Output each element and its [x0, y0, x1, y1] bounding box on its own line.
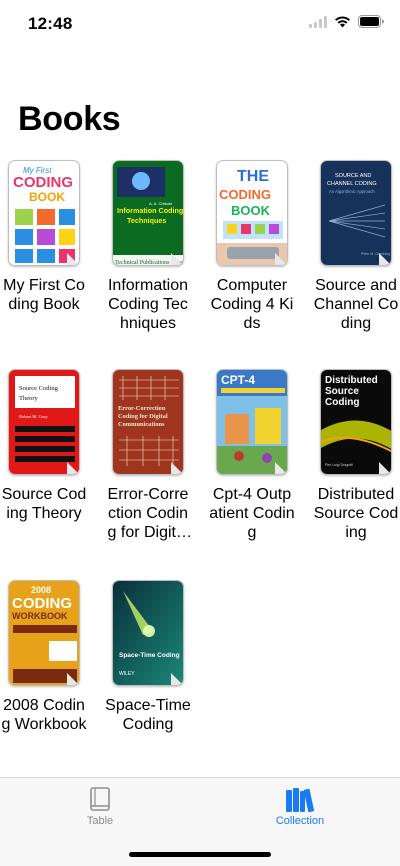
cover-line: SOURCE AND	[335, 173, 371, 179]
book-cover: 2008 CODING WORKBOOK	[8, 580, 80, 686]
wifi-icon	[335, 15, 350, 27]
book-cover: My First CODING BOOK	[8, 160, 80, 266]
book-title: 2008 Coding Workbook	[1, 697, 87, 733]
cover-line: BOOK	[231, 203, 271, 218]
cover-line: BOOK	[29, 190, 65, 204]
cover-line: CODING	[12, 595, 72, 612]
book-icon	[90, 787, 110, 811]
book-cover: CPT-4	[216, 369, 288, 475]
book-item[interactable]: 2008 CODING WORKBOOK 2008 Coding Workboo…	[0, 580, 100, 734]
cover-line: WILEY	[119, 671, 135, 677]
page-curl	[67, 673, 79, 685]
cover-line: Source	[325, 386, 359, 397]
cover-line: CPT-4	[221, 373, 255, 387]
cover-line: THE	[237, 168, 269, 185]
book-item[interactable]: SOURCE AND CHANNEL CODING An Algorithmic…	[312, 160, 400, 333]
page-curl	[275, 253, 287, 265]
book-title: Cpt-4 Outpatient Coding	[209, 486, 295, 541]
tab-label: Table	[86, 815, 114, 827]
cover-line: An Algorithmic Approach	[329, 189, 375, 194]
cover-line: CHANNEL CODING	[327, 181, 377, 187]
status-icons	[309, 15, 384, 28]
book-item[interactable]: Source Coding Theory Robert M. Gray Sour…	[0, 369, 100, 523]
book-title: Distributed Source Coding	[313, 486, 399, 541]
cellular-signal-icon	[309, 15, 327, 28]
cover-line: Coding for Digital	[118, 413, 168, 420]
tab-table[interactable]: Table	[40, 787, 160, 827]
book-title: Space-Time Coding	[105, 697, 191, 733]
cover-line: WORKBOOK	[12, 611, 68, 621]
book-cover: SOURCE AND CHANNEL CODING An Algorithmic…	[320, 160, 392, 266]
page-curl	[67, 253, 79, 265]
book-title: Information Coding Techniques	[107, 277, 189, 332]
book-item[interactable]: Error-Correction Coding for Digital Comm…	[104, 369, 204, 542]
book-cover: Error-Correction Coding for Digital Comm…	[112, 369, 184, 475]
book-cover: THE CODING BOOK	[216, 160, 288, 266]
book-item[interactable]: CPT-4 Cpt-4 Outpatient Coding	[208, 369, 308, 542]
cover-line: Information Coding	[117, 206, 183, 215]
cover-line: Source Coding	[19, 385, 59, 392]
cover-line: Techniques	[127, 216, 166, 225]
book-item[interactable]: A. A. Chitode Information Coding Techniq…	[104, 160, 204, 333]
cover-line: Communications	[118, 421, 165, 428]
page-curl	[379, 462, 391, 474]
page-curl	[171, 673, 183, 685]
cover-line: Robert M. Gray	[19, 414, 48, 419]
book-item[interactable]: My First CODING BOOK My First Coding Boo…	[0, 160, 100, 314]
page-title: Books	[18, 100, 121, 138]
book-title: Error-Correction Coding for Digital Comm…	[107, 486, 189, 541]
book-cover: Distributed Source Coding Pier Luigi Dra…	[320, 369, 392, 475]
page-curl	[275, 462, 287, 474]
book-item[interactable]: THE CODING BOOK Computer Coding 4 Kids	[208, 160, 308, 333]
svg-text:Pier Luigi Dragotti: Pier Luigi Dragotti	[325, 463, 353, 467]
book-item[interactable]: Space-Time Coding WILEY Space-Time Codin…	[104, 580, 204, 734]
page-curl	[171, 253, 183, 265]
home-indicator	[129, 852, 271, 857]
battery-icon	[358, 15, 384, 28]
book-cover: Source Coding Theory Robert M. Gray	[8, 369, 80, 475]
book-item[interactable]: Distributed Source Coding Pier Luigi Dra…	[312, 369, 400, 542]
cover-line: CODING	[13, 174, 73, 191]
book-title: Source Coding Theory	[1, 486, 87, 522]
status-bar: 12:48	[0, 0, 400, 48]
cover-line: Coding	[325, 397, 359, 408]
books-collection-icon	[286, 788, 315, 813]
tab-label: Collection	[275, 815, 325, 827]
book-title: Source and Channel Coding	[313, 277, 399, 332]
status-time: 12:48	[28, 14, 73, 33]
cover-line: 2008	[31, 585, 51, 595]
book-cover: Space-Time Coding WILEY	[112, 580, 184, 686]
page-curl	[379, 253, 391, 265]
book-cover: A. A. Chitode Information Coding Techniq…	[112, 160, 184, 266]
page-curl	[67, 462, 79, 474]
cover-line: Theory	[19, 395, 39, 402]
cover-line: Space-Time Coding	[119, 652, 180, 659]
book-title: My First Coding Book	[3, 277, 85, 313]
tab-collection[interactable]: Collection	[240, 787, 360, 827]
page-curl	[171, 462, 183, 474]
book-title: Computer Coding 4 Kids	[210, 277, 294, 332]
cover-line: Distributed	[325, 375, 378, 386]
cover-line: CODING	[219, 187, 271, 202]
cover-line: Error-Correction	[118, 405, 166, 412]
